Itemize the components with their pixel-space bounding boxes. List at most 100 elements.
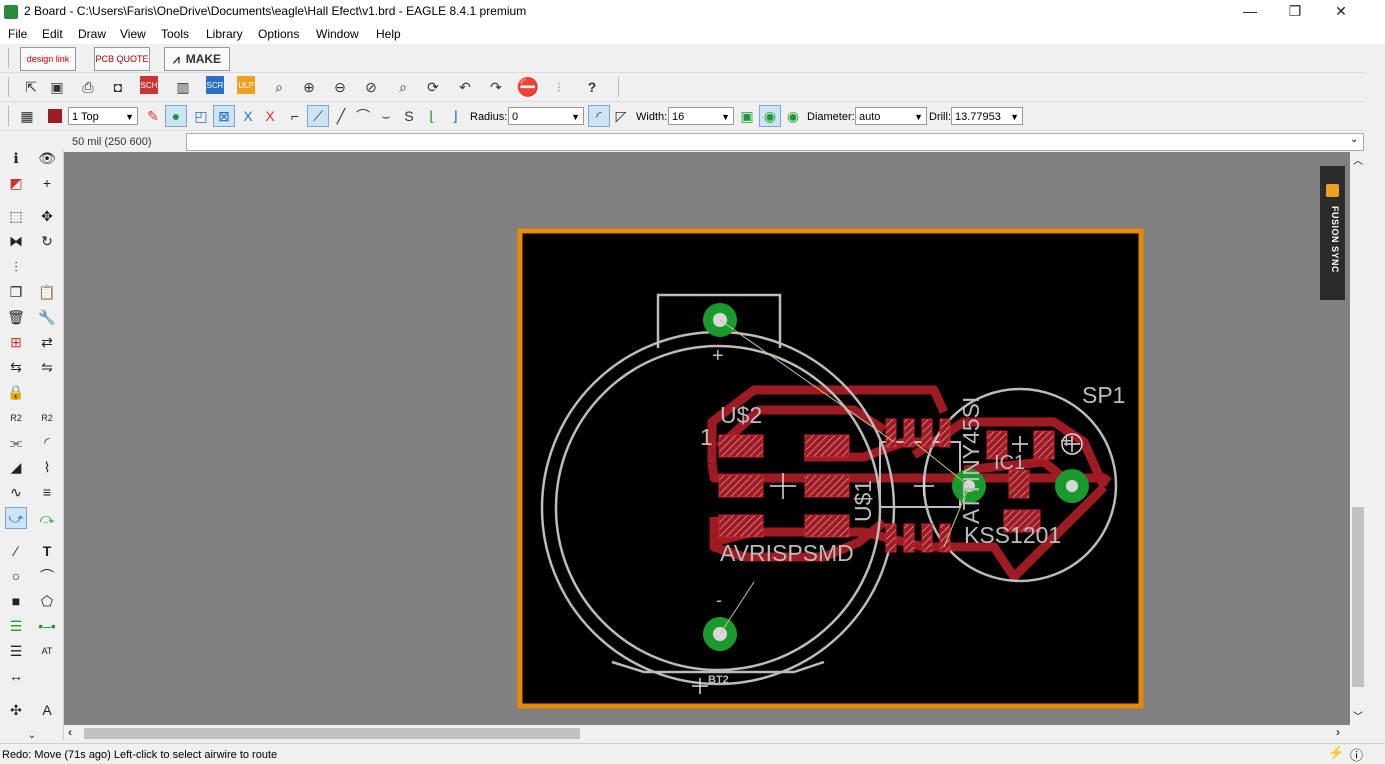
redo-icon[interactable]: ↷ (485, 76, 507, 98)
route-pen-icon[interactable]: ✎ (142, 105, 164, 127)
menu-help[interactable]: Help (376, 27, 401, 41)
swap-icon[interactable]: ⇆ (5, 356, 27, 378)
menu-tools[interactable]: Tools (161, 27, 189, 41)
autorouter-icon[interactable]: ⤼ (36, 507, 58, 529)
display-layers-icon[interactable]: ◩ (5, 172, 27, 194)
mark-icon[interactable]: + (36, 172, 58, 194)
cam-icon[interactable]: ◘ (107, 76, 129, 98)
grid-icon[interactable]: ▦ (16, 105, 38, 127)
loop-icon[interactable]: ◰ (190, 105, 212, 127)
restore-button[interactable]: ❐ (1272, 0, 1318, 24)
diameter-input[interactable]: auto ▼ (855, 107, 927, 125)
make-button[interactable]: ⩘ MAKE (164, 47, 230, 71)
print-icon[interactable]: ⎙ (77, 76, 99, 98)
layer-select[interactable]: 1 Top ▼ (68, 107, 138, 125)
undo-icon[interactable]: ↶ (454, 76, 476, 98)
board-canvas[interactable]: U$2 1 AVRISPSMD U$1 ATTINY45SI SP1 KSS12… (64, 152, 1350, 725)
script-icon[interactable]: SCR (206, 76, 224, 94)
route-icon[interactable]: ⤻ (5, 507, 27, 529)
help-icon[interactable]: ? (581, 76, 603, 98)
bend-s-icon[interactable]: S (398, 105, 420, 127)
drc-icon[interactable]: A (36, 699, 58, 721)
designlink-button[interactable]: design link (20, 47, 76, 71)
lock-icon[interactable]: 🔒 (5, 381, 27, 403)
library-icon[interactable]: ▥ (172, 76, 194, 98)
optimize-icon[interactable]: ◢ (5, 456, 27, 478)
bend-round-icon[interactable]: ⌣ (375, 105, 397, 127)
info-status-icon[interactable]: ⓘ (1350, 745, 1363, 764)
paste-icon[interactable]: 📋 (36, 281, 58, 303)
zoom-out-icon[interactable]: ⊖ (329, 76, 351, 98)
miter-straight-icon[interactable]: ◸ (610, 105, 632, 127)
bend-follow-icon[interactable]: ⌋ (444, 105, 466, 127)
menu-options[interactable]: Options (258, 27, 299, 41)
go-icon[interactable]: ⁝ (548, 76, 570, 98)
bend-90-icon[interactable]: ⌐ (284, 105, 306, 127)
miter-round-icon[interactable]: ◜ (588, 105, 610, 127)
info-icon[interactable]: ℹ (5, 147, 27, 169)
ripup-icon[interactable]: ≡ (36, 481, 58, 503)
ratsnest-icon[interactable]: ✣ (5, 699, 27, 721)
walkaround-icon[interactable]: ⊠ (213, 105, 235, 127)
open-icon[interactable]: ⇱ (20, 76, 42, 98)
move-icon[interactable]: ✥ (36, 205, 58, 227)
ignore-obstacles-icon[interactable]: X (259, 105, 281, 127)
menu-view[interactable]: View (120, 27, 146, 41)
scroll-right-icon[interactable]: › (1336, 725, 1340, 739)
fusion-sync-panel[interactable]: FUSION SYNC (1320, 166, 1345, 300)
horizontal-scrollbar[interactable]: ‹ › (64, 725, 1350, 742)
replace-icon[interactable]: ⇄ (36, 331, 58, 353)
command-history-chevron-icon[interactable]: ⌄ (1350, 134, 1358, 145)
close-button[interactable]: ✕ (1318, 0, 1364, 24)
hug-icon[interactable]: X (237, 105, 259, 127)
arc-icon[interactable]: ⌒ (36, 565, 58, 587)
redraw-icon[interactable]: ⟳ (422, 76, 444, 98)
slice-icon[interactable]: ∿ (5, 481, 27, 503)
bend-45-icon[interactable]: ⟋ (307, 105, 329, 127)
drill-input[interactable]: 13.77953 ▼ (951, 107, 1023, 125)
radius-input[interactable]: 0 ▼ (508, 107, 584, 125)
copy-icon[interactable]: ❐ (5, 281, 27, 303)
sch-brd-icon[interactable]: SCH (140, 76, 158, 94)
polygon-icon[interactable]: ⬠ (36, 590, 58, 612)
scroll-up-icon[interactable]: ︿ (1353, 152, 1363, 167)
delete-icon[interactable]: 🗑 (5, 306, 27, 328)
bend-arc-icon[interactable]: ⌒ (352, 105, 374, 127)
vertical-scroll-thumb[interactable] (1352, 507, 1364, 687)
zoom-fit-icon[interactable]: ⌕ (268, 76, 290, 98)
scroll-left-icon[interactable]: ‹ (68, 725, 72, 739)
rectangle-icon[interactable]: ■ (5, 590, 27, 612)
menu-library[interactable]: Library (206, 27, 243, 41)
name-icon[interactable]: R2 (5, 407, 27, 429)
route-via-icon[interactable]: ● (165, 105, 187, 127)
scroll-down-icon[interactable]: ﹀ (1353, 708, 1363, 723)
value-icon[interactable]: R2 (36, 407, 58, 429)
wire-icon[interactable]: ⁄ (5, 540, 27, 562)
via-icon[interactable]: ☰ (5, 615, 27, 637)
width-input[interactable]: 16 ▼ (668, 107, 734, 125)
pcb-quote-button[interactable]: PCB QUOTE (94, 47, 150, 71)
via-square-icon[interactable]: ▣ (736, 105, 758, 127)
zoom-select-icon[interactable]: ⊘ (360, 76, 382, 98)
bend-free-icon[interactable]: ⌊ (421, 105, 443, 127)
menu-window[interactable]: Window (316, 27, 359, 41)
align-icon[interactable]: ⫶ (5, 256, 27, 278)
bend-straight-icon[interactable]: ╱ (330, 105, 352, 127)
hole-icon[interactable]: ☰ (5, 640, 27, 662)
horizontal-scroll-thumb[interactable] (84, 728, 580, 739)
zoom-in-icon[interactable]: ⊕ (298, 76, 320, 98)
text-icon[interactable]: T (36, 540, 58, 562)
menu-file[interactable]: File (8, 27, 27, 41)
menu-draw[interactable]: Draw (78, 27, 106, 41)
show-icon[interactable]: 👁 (36, 147, 58, 169)
via-octagon-icon[interactable]: ◉ (782, 105, 804, 127)
menu-edit[interactable]: Edit (42, 27, 63, 41)
stop-icon[interactable]: ⛔ (517, 76, 539, 98)
command-line-input[interactable] (186, 133, 1364, 151)
attribute-icon[interactable]: AT (36, 640, 58, 662)
add-icon[interactable]: ⊞ (5, 331, 27, 353)
vertical-scrollbar[interactable]: ︿ ﹀ (1350, 152, 1366, 725)
circle-icon[interactable]: ○ (5, 565, 27, 587)
lock-smash-icon[interactable]: ⇋ (36, 356, 58, 378)
signal-icon[interactable]: •–• (36, 615, 58, 637)
